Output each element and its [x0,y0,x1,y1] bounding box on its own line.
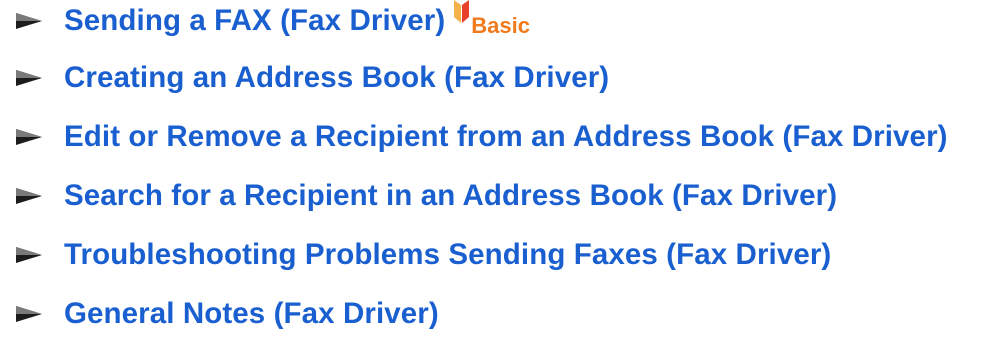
basic-badge: Basic [453,0,530,38]
list-item-edit-remove-recipient: Edit or Remove a Recipient from an Addre… [14,117,948,157]
link-sending-fax[interactable]: Sending a FAX (Fax Driver) [64,4,445,38]
list-item-search-recipient: Search for a Recipient in an Address Boo… [14,176,837,216]
list-item-general-notes: General Notes (Fax Driver) [14,294,439,334]
list-item-sending-fax: Sending a FAX (Fax Driver) Basic [14,0,530,41]
link-edit-remove-recipient[interactable]: Edit or Remove a Recipient from an Addre… [64,120,948,154]
triangle-arrow-icon [14,10,44,32]
link-creating-address-book[interactable]: Creating an Address Book (Fax Driver) [64,61,609,95]
triangle-arrow-icon [14,185,44,207]
link-general-notes[interactable]: General Notes (Fax Driver) [64,297,439,331]
link-search-recipient[interactable]: Search for a Recipient in an Address Boo… [64,179,837,213]
link-troubleshooting[interactable]: Troubleshooting Problems Sending Faxes (… [64,238,831,272]
basic-level-icon [453,0,470,25]
triangle-arrow-icon [14,67,44,89]
list-item-troubleshooting: Troubleshooting Problems Sending Faxes (… [14,235,831,275]
list-item-creating-address-book: Creating an Address Book (Fax Driver) [14,58,609,98]
triangle-arrow-icon [14,303,44,325]
triangle-arrow-icon [14,126,44,148]
basic-badge-label: Basic [471,13,530,38]
triangle-arrow-icon [14,244,44,266]
